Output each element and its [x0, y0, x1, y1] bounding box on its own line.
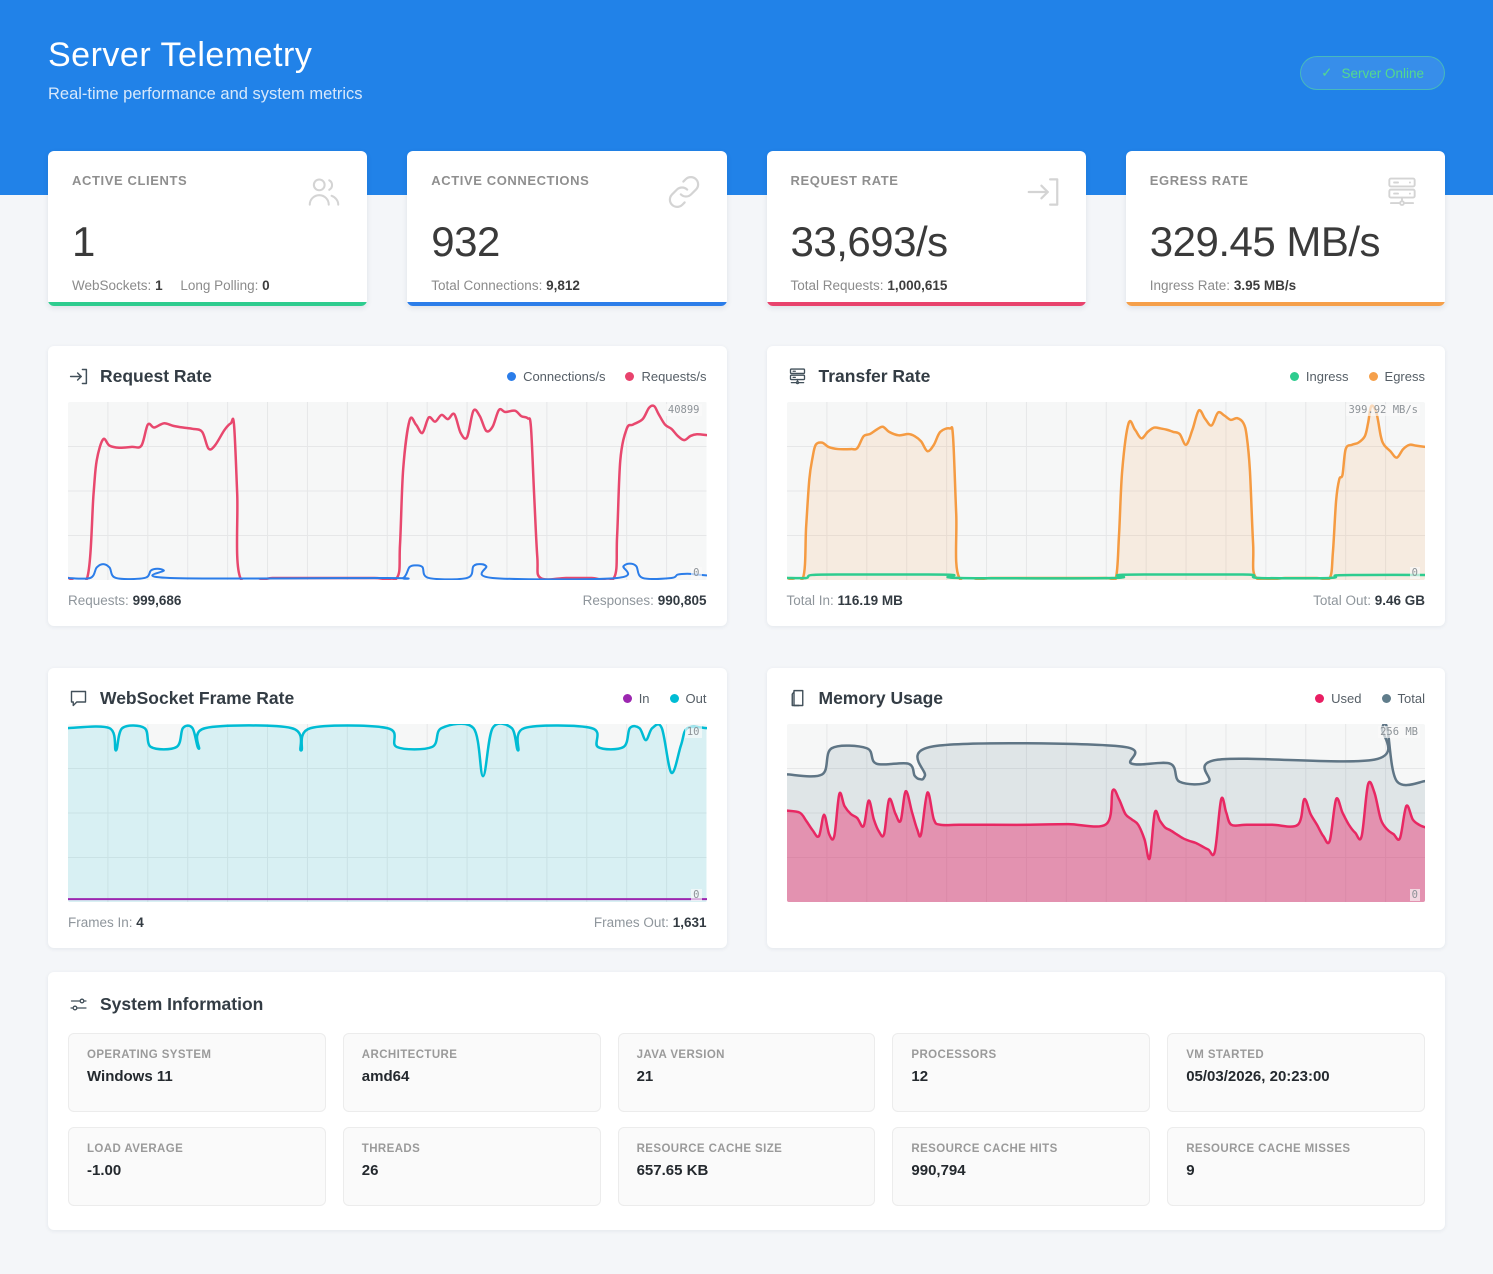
sys-item-vm-started: VM STARTED 05/03/2026, 20:23:00 — [1167, 1033, 1425, 1112]
legend-item: Out — [670, 691, 707, 706]
server-icon — [1383, 173, 1421, 216]
stats-row: ACTIVE CLIENTS 1 WebSockets: 1 Long Poll… — [48, 151, 1445, 306]
sign-in-icon — [68, 366, 89, 387]
system-information-card: System Information OPERATING SYSTEM Wind… — [48, 972, 1445, 1230]
server-icon — [787, 366, 808, 387]
legend-dot — [670, 694, 679, 703]
stat-value: 329.45 MB/s — [1150, 218, 1421, 266]
sys-item-resource-cache-size: RESOURCE CACHE SIZE 657.65 KB — [618, 1127, 876, 1206]
stat-label: ACTIVE CLIENTS — [72, 173, 187, 188]
chart-card-websocket-frame-rate: WebSocket Frame Rate In Out 10 0 Frames … — [48, 668, 727, 948]
chart-card-transfer-rate: Transfer Rate Ingress Egress 399.92 MB/s… — [767, 346, 1446, 626]
sign-in-icon — [1024, 173, 1062, 216]
sys-item-java-version: JAVA VERSION 21 — [618, 1033, 876, 1112]
y-axis-max-label: 40899 — [666, 404, 702, 416]
stat-value: 932 — [431, 218, 702, 266]
y-axis-min-label: 0 — [691, 889, 701, 901]
legend: Connections/s Requests/s — [507, 369, 706, 384]
y-axis-max-label: 256 MB — [1378, 726, 1420, 738]
chart-card-memory-usage: Memory Usage Used Total 256 MB 0 — [767, 668, 1446, 948]
legend-dot — [1369, 372, 1378, 381]
y-axis-min-label: 0 — [1410, 567, 1420, 579]
stat-detail: Total Connections: 9,812 — [431, 278, 702, 293]
stat-card-egress-rate: EGRESS RATE 329.45 MB/s Ingress Rate: 3.… — [1126, 151, 1445, 306]
link-icon — [665, 173, 703, 216]
legend-item: Connections/s — [507, 369, 605, 384]
stat-card-active-clients: ACTIVE CLIENTS 1 WebSockets: 1 Long Poll… — [48, 151, 367, 306]
y-axis-min-label: 0 — [691, 567, 701, 579]
sys-item-threads: THREADS 26 — [343, 1127, 601, 1206]
request-rate-chart: 40899 0 — [68, 402, 707, 580]
chart-card-request-rate: Request Rate Connections/s Requests/s 40… — [48, 346, 727, 626]
legend-item: Ingress — [1290, 369, 1349, 384]
websocket-frame-rate-chart: 10 0 — [68, 724, 707, 902]
chart-title: Memory Usage — [819, 688, 944, 709]
stat-detail: WebSockets: 1 Long Polling: 0 — [72, 278, 343, 293]
legend-dot — [625, 372, 634, 381]
memory-icon — [787, 688, 808, 709]
memory-usage-chart: 256 MB 0 — [787, 724, 1426, 902]
stat-card-active-connections: ACTIVE CONNECTIONS 932 Total Connections… — [407, 151, 726, 306]
y-axis-min-label: 0 — [1410, 889, 1420, 901]
chart-footer: Total In: 116.19 MB Total Out: 9.46 GB — [787, 593, 1426, 608]
legend-item: Egress — [1369, 369, 1425, 384]
page-subtitle: Real-time performance and system metrics — [48, 85, 363, 104]
sys-item-load-average: LOAD AVERAGE -1.00 — [68, 1127, 326, 1206]
chart-footer: Frames In: 4 Frames Out: 1,631 — [68, 915, 707, 930]
stat-detail: Ingress Rate: 3.95 MB/s — [1150, 278, 1421, 293]
stat-value: 1 — [72, 218, 343, 266]
legend-dot — [1382, 694, 1391, 703]
stat-accent-bar — [407, 302, 726, 306]
transfer-rate-chart: 399.92 MB/s 0 — [787, 402, 1426, 580]
legend-dot — [623, 694, 632, 703]
chart-title: Request Rate — [100, 366, 212, 387]
stat-detail: Total Requests: 1,000,615 — [791, 278, 1062, 293]
legend-dot — [507, 372, 516, 381]
sys-item-resource-cache-misses: RESOURCE CACHE MISSES 9 — [1167, 1127, 1425, 1206]
stat-card-request-rate: REQUEST RATE 33,693/s Total Requests: 1,… — [767, 151, 1086, 306]
y-axis-max-label: 399.92 MB/s — [1346, 404, 1420, 416]
sys-item-architecture: ARCHITECTURE amd64 — [343, 1033, 601, 1112]
users-icon — [305, 173, 343, 216]
charts-grid: Request Rate Connections/s Requests/s 40… — [48, 346, 1445, 948]
chart-footer: Requests: 999,686 Responses: 990,805 — [68, 593, 707, 608]
sliders-icon — [68, 994, 89, 1015]
legend-dot — [1315, 694, 1324, 703]
legend-item: Used — [1315, 691, 1361, 706]
page-title: Server Telemetry — [48, 36, 363, 75]
header-text: Server Telemetry Real-time performance a… — [48, 36, 363, 104]
legend: Used Total — [1315, 691, 1425, 706]
y-axis-max-label: 10 — [685, 726, 702, 738]
status-badge: ✓ Server Online — [1300, 56, 1445, 90]
sys-item-operating-system: OPERATING SYSTEM Windows 11 — [68, 1033, 326, 1112]
chat-bubble-icon — [68, 688, 89, 709]
legend: Ingress Egress — [1290, 369, 1425, 384]
chart-title: Transfer Rate — [819, 366, 931, 387]
stat-label: REQUEST RATE — [791, 173, 899, 188]
legend-item: Requests/s — [625, 369, 706, 384]
status-badge-label: Server Online — [1341, 66, 1424, 81]
sys-item-processors: PROCESSORS 12 — [892, 1033, 1150, 1112]
check-icon: ✓ — [1321, 65, 1332, 81]
legend-item: In — [623, 691, 650, 706]
stat-value: 33,693/s — [791, 218, 1062, 266]
stat-accent-bar — [48, 302, 367, 306]
legend: In Out — [623, 691, 707, 706]
stat-accent-bar — [767, 302, 1086, 306]
stat-label: ACTIVE CONNECTIONS — [431, 173, 589, 188]
legend-dot — [1290, 372, 1299, 381]
sys-item-resource-cache-hits: RESOURCE CACHE HITS 990,794 — [892, 1127, 1150, 1206]
system-info-grid: OPERATING SYSTEM Windows 11 ARCHITECTURE… — [68, 1033, 1425, 1206]
legend-item: Total — [1382, 691, 1425, 706]
stat-accent-bar — [1126, 302, 1445, 306]
stat-label: EGRESS RATE — [1150, 173, 1249, 188]
chart-title: WebSocket Frame Rate — [100, 688, 294, 709]
section-title: System Information — [100, 994, 263, 1015]
